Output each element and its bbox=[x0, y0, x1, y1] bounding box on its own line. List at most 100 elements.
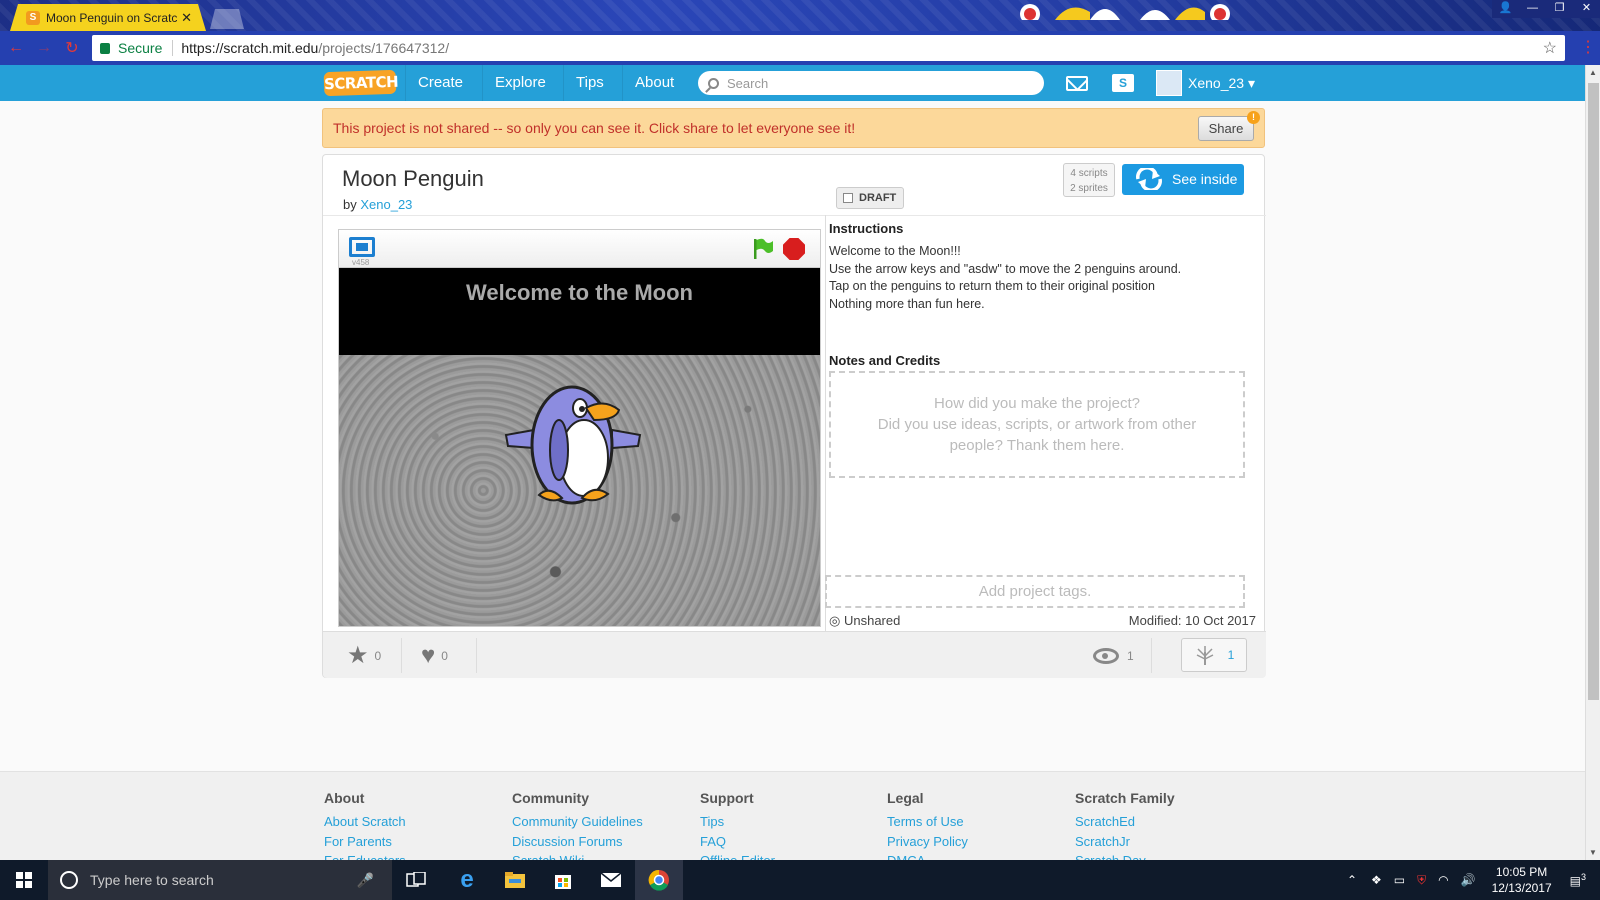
profile-icon[interactable]: 👤 bbox=[1492, 0, 1519, 18]
scratch-logo[interactable]: SCRATCH bbox=[323, 69, 398, 97]
minimize-button[interactable]: — bbox=[1519, 0, 1546, 18]
scrollbar-thumb[interactable] bbox=[1588, 83, 1599, 700]
taskbar-search-placeholder: Type here to search bbox=[90, 872, 214, 888]
user-avatar[interactable] bbox=[1156, 70, 1182, 96]
dropbox-icon[interactable]: ❖ bbox=[1371, 873, 1382, 887]
footer-link[interactable]: About Scratch bbox=[324, 812, 406, 832]
task-view-icon[interactable] bbox=[392, 860, 440, 900]
views-display: 1 bbox=[1093, 632, 1134, 679]
restore-button[interactable]: ❐ bbox=[1546, 0, 1573, 18]
instructions-line: Nothing more than fun here. bbox=[829, 296, 985, 311]
notes-placeholder-line: How did you make the project? bbox=[934, 395, 1140, 412]
notification-count: 3 bbox=[1580, 872, 1586, 882]
footer-link[interactable]: For Educators bbox=[324, 851, 406, 860]
instructions-text[interactable]: Welcome to the Moon!!! Use the arrow key… bbox=[829, 243, 1249, 313]
user-menu-dropdown[interactable]: Xeno_23 ▾ bbox=[1188, 65, 1255, 101]
nav-explore[interactable]: Explore bbox=[482, 65, 558, 101]
footer-link[interactable]: Privacy Policy bbox=[887, 832, 968, 852]
notes-placeholder-line: people? Thank them here. bbox=[949, 437, 1125, 454]
footer-link[interactable]: For Parents bbox=[324, 832, 406, 852]
footer-link[interactable]: Discussion Forums bbox=[512, 832, 643, 852]
scroll-up-arrow-icon[interactable]: ▲ bbox=[1589, 68, 1597, 77]
url-path: /projects/176647312/ bbox=[318, 40, 450, 56]
new-tab-button[interactable] bbox=[210, 9, 244, 29]
address-bar[interactable]: Secure https://scratch.mit.edu /projects… bbox=[92, 35, 1565, 61]
heart-icon: ♥ bbox=[421, 641, 436, 669]
chrome-browser-icon[interactable] bbox=[635, 860, 683, 900]
footer-link[interactable]: Scratch Wiki bbox=[512, 851, 643, 860]
stage[interactable]: Welcome to the Moon bbox=[339, 268, 820, 626]
footer-link[interactable]: FAQ bbox=[700, 832, 775, 852]
penguin-sprite-icon[interactable] bbox=[504, 380, 644, 510]
instructions-line: Use the arrow keys and "asdw" to move th… bbox=[829, 261, 1182, 276]
battery-icon[interactable]: ▭ bbox=[1394, 873, 1405, 887]
messages-envelope-icon[interactable] bbox=[1066, 76, 1088, 91]
nav-about[interactable]: About bbox=[622, 65, 686, 101]
remix-tree-button[interactable]: 1 bbox=[1181, 638, 1247, 672]
modified-date: Modified: 10 Oct 2017 bbox=[1128, 613, 1256, 628]
my-stuff-folder-icon[interactable]: S bbox=[1112, 74, 1134, 92]
edge-browser-icon[interactable]: e bbox=[443, 860, 491, 900]
stage-title-text: Welcome to the Moon bbox=[466, 280, 693, 305]
draft-toggle[interactable]: DRAFT bbox=[836, 187, 904, 209]
footer-link[interactable]: Terms of Use bbox=[887, 812, 968, 832]
bookmark-star-icon[interactable]: ☆ bbox=[1543, 38, 1557, 58]
favorite-count: 0 bbox=[374, 648, 382, 663]
action-separator bbox=[401, 638, 402, 673]
draft-checkbox[interactable] bbox=[843, 193, 853, 203]
green-flag-icon[interactable] bbox=[751, 238, 775, 260]
share-button[interactable]: Share bbox=[1198, 116, 1254, 141]
footer-link[interactable]: ScratchJr bbox=[1075, 832, 1175, 852]
store-icon[interactable] bbox=[539, 860, 587, 900]
microphone-icon[interactable]: 🎤 bbox=[357, 872, 374, 889]
stop-sign-icon[interactable] bbox=[783, 238, 805, 260]
eye-icon bbox=[1093, 647, 1119, 664]
reload-icon[interactable]: ↻ bbox=[60, 36, 84, 60]
url-host: https://scratch.mit.edu bbox=[181, 40, 319, 56]
show-hidden-icons-icon[interactable]: ⌃ bbox=[1347, 873, 1357, 887]
project-stats: 4 scripts 2 sprites bbox=[1063, 163, 1115, 197]
notes-credits-field[interactable]: How did you make the project? Did you us… bbox=[829, 371, 1245, 478]
mail-app-icon[interactable] bbox=[587, 860, 635, 900]
taskbar-clock[interactable]: 10:05 PM 12/13/2017 bbox=[1492, 864, 1552, 896]
footer-link[interactable]: Scratch Day bbox=[1075, 851, 1175, 860]
action-separator bbox=[1151, 638, 1152, 673]
love-button[interactable]: ♥ 0 bbox=[421, 632, 448, 679]
notifications-icon[interactable]: ▤3 bbox=[1570, 872, 1586, 888]
not-shared-notice: This project is not shared -- so only yo… bbox=[322, 108, 1265, 148]
search-input[interactable]: Search bbox=[698, 71, 1044, 95]
unshared-label: Unshared bbox=[843, 613, 901, 628]
nav-create[interactable]: Create bbox=[405, 65, 475, 101]
search-placeholder: Search bbox=[727, 75, 769, 91]
footer-link[interactable]: DMCA bbox=[887, 851, 968, 860]
volume-icon[interactable]: 🔊 bbox=[1461, 873, 1476, 887]
forward-arrow-icon[interactable]: → bbox=[32, 36, 56, 60]
lock-icon bbox=[100, 42, 110, 54]
share-status: ◎ Unshared bbox=[829, 613, 900, 629]
footer-link[interactable]: ScratchEd bbox=[1075, 812, 1175, 832]
fullscreen-icon[interactable] bbox=[349, 237, 375, 257]
footer-link[interactable]: Tips bbox=[700, 812, 775, 832]
project-tags-input[interactable]: Add project tags. bbox=[825, 575, 1245, 608]
taskbar-search-box[interactable]: Type here to search 🎤 bbox=[48, 860, 392, 900]
back-arrow-icon[interactable]: ← bbox=[4, 36, 28, 60]
close-window-button[interactable]: ✕ bbox=[1573, 0, 1600, 18]
start-button[interactable] bbox=[0, 860, 48, 900]
favorite-button[interactable]: ★ 0 bbox=[347, 632, 381, 679]
column-divider bbox=[825, 215, 826, 631]
wifi-icon[interactable]: ◠ bbox=[1438, 873, 1448, 887]
security-shield-icon[interactable]: ⛨ bbox=[1417, 873, 1426, 888]
footer-link[interactable]: Community Guidelines bbox=[512, 812, 643, 832]
close-tab-icon[interactable]: ✕ bbox=[181, 10, 192, 26]
author-link[interactable]: Xeno_23 bbox=[360, 197, 412, 212]
page-scrollbar[interactable]: ▲ ▼ bbox=[1585, 65, 1600, 860]
file-explorer-icon[interactable] bbox=[491, 860, 539, 900]
browser-tab-active[interactable]: S Moon Penguin on Scratch ✕ bbox=[10, 4, 206, 31]
nav-tips[interactable]: Tips bbox=[563, 65, 616, 101]
draft-label: DRAFT bbox=[859, 192, 897, 204]
footer-link[interactable]: Offline Editor bbox=[700, 851, 775, 860]
see-inside-button[interactable]: See inside bbox=[1122, 164, 1244, 195]
scroll-down-arrow-icon[interactable]: ▼ bbox=[1589, 848, 1597, 857]
instructions-line: Tap on the penguins to return them to th… bbox=[829, 279, 1155, 293]
browser-menu-icon[interactable]: ⋮ bbox=[1580, 37, 1596, 57]
